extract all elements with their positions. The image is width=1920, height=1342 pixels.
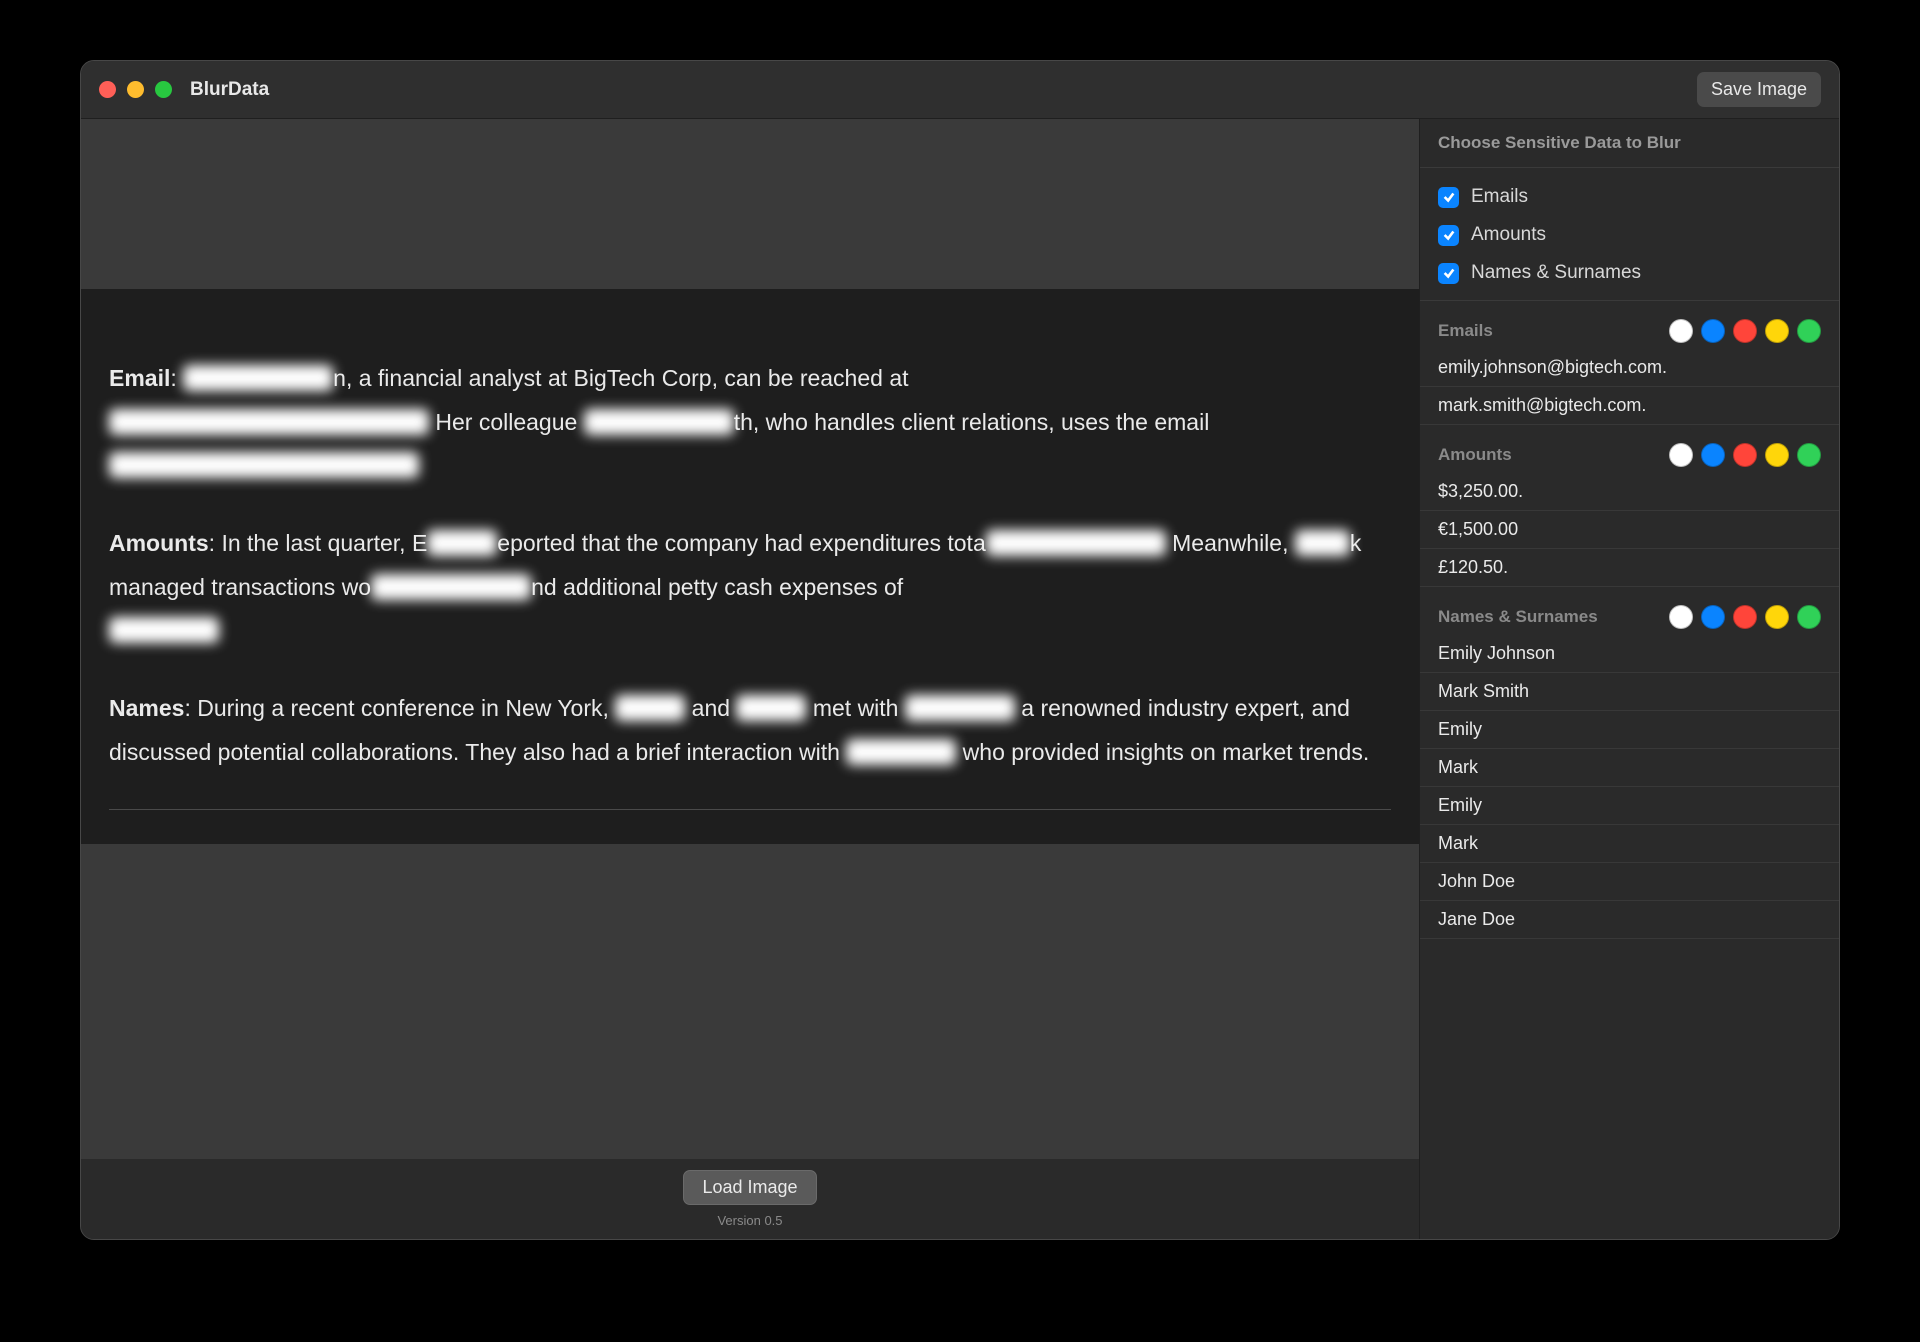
detected-value[interactable]: Emily (1420, 787, 1839, 825)
save-image-button[interactable]: Save Image (1697, 72, 1821, 107)
section-header: Emails (1420, 301, 1839, 349)
detected-value[interactable]: $3,250.00. (1420, 473, 1839, 511)
detected-sections: Emails emily.johnson@bigtech.com.mark.smi… (1420, 301, 1839, 939)
color-swatch-yellow[interactable] (1765, 605, 1789, 629)
section-title: Emails (1438, 321, 1669, 341)
detected-value[interactable]: £120.50. (1420, 549, 1839, 587)
color-swatch-green[interactable] (1797, 319, 1821, 343)
document-paragraph: Email: n, a financial analyst at BigTech… (109, 357, 1391, 488)
color-swatch-red[interactable] (1733, 605, 1757, 629)
color-swatch-blue[interactable] (1701, 319, 1725, 343)
color-swatch-blue[interactable] (1701, 605, 1725, 629)
color-swatch-white[interactable] (1669, 319, 1693, 343)
paragraph-label: Names (109, 695, 184, 721)
version-label: Version 0.5 (717, 1213, 782, 1228)
divider (109, 809, 1391, 810)
detected-value[interactable]: Emily (1420, 711, 1839, 749)
detected-value[interactable]: Jane Doe (1420, 901, 1839, 939)
detected-value[interactable]: Mark (1420, 749, 1839, 787)
document-paragraph: Names: During a recent conference in New… (109, 687, 1391, 774)
blurred-region (427, 530, 497, 556)
close-icon[interactable] (99, 81, 116, 98)
section-title: Amounts (1438, 445, 1669, 465)
detected-value[interactable]: Emily Johnson (1420, 635, 1839, 673)
blurred-region (584, 409, 734, 435)
section-header: Amounts (1420, 425, 1839, 473)
traffic-lights (99, 81, 172, 98)
blurred-region (371, 574, 531, 600)
app-window: BlurData Save Image Email: n, a financia… (80, 60, 1840, 1240)
body-area: Email: n, a financial analyst at BigTech… (81, 119, 1839, 1239)
blurred-region (986, 530, 1166, 556)
minimize-icon[interactable] (127, 81, 144, 98)
color-swatch-white[interactable] (1669, 443, 1693, 467)
color-swatch-blue[interactable] (1701, 443, 1725, 467)
sidebar: Choose Sensitive Data to Blur Emails Amou… (1419, 119, 1839, 1239)
color-swatch-red[interactable] (1733, 443, 1757, 467)
checkbox-icon[interactable] (1438, 263, 1459, 284)
titlebar: BlurData Save Image (81, 61, 1839, 119)
blurred-region (615, 695, 685, 721)
preview-padding-top (81, 119, 1419, 289)
blurred-region (183, 365, 333, 391)
detected-value[interactable]: €1,500.00 (1420, 511, 1839, 549)
checkbox-icon[interactable] (1438, 225, 1459, 246)
preview-padding-bottom (81, 844, 1419, 1160)
color-swatch-white[interactable] (1669, 605, 1693, 629)
blurred-region (109, 409, 429, 435)
load-image-button[interactable]: Load Image (683, 1170, 816, 1205)
checkbox-label: Names & Surnames (1471, 262, 1641, 284)
checkbox-label: Emails (1471, 186, 1528, 208)
blurred-region (109, 617, 219, 643)
color-swatches (1669, 319, 1821, 343)
color-swatch-green[interactable] (1797, 605, 1821, 629)
detected-value[interactable]: emily.johnson@bigtech.com. (1420, 349, 1839, 387)
detected-value[interactable]: Mark Smith (1420, 673, 1839, 711)
bottom-bar: Load Image Version 0.5 (81, 1159, 1419, 1239)
blurred-region (905, 695, 1015, 721)
section-title: Names & Surnames (1438, 607, 1669, 627)
checkbox-row[interactable]: Emails (1420, 178, 1839, 216)
paragraph-label: Amounts (109, 530, 209, 556)
checkbox-label: Amounts (1471, 224, 1546, 246)
checkbox-group: Emails Amounts Names & Surnames (1420, 168, 1839, 301)
checkbox-row[interactable]: Names & Surnames (1420, 254, 1839, 292)
detected-value[interactable]: mark.smith@bigtech.com. (1420, 387, 1839, 425)
sidebar-header: Choose Sensitive Data to Blur (1420, 119, 1839, 168)
main-column: Email: n, a financial analyst at BigTech… (81, 119, 1419, 1239)
section-header: Names & Surnames (1420, 587, 1839, 635)
color-swatch-red[interactable] (1733, 319, 1757, 343)
fullscreen-icon[interactable] (155, 81, 172, 98)
blurred-region (846, 739, 956, 765)
color-swatches (1669, 443, 1821, 467)
paragraph-label: Email (109, 365, 170, 391)
app-title: BlurData (190, 79, 269, 101)
detected-value[interactable]: John Doe (1420, 863, 1839, 901)
blurred-region (736, 695, 806, 721)
color-swatch-yellow[interactable] (1765, 443, 1789, 467)
document-paragraph: Amounts: In the last quarter, Eeported t… (109, 522, 1391, 653)
checkbox-icon[interactable] (1438, 187, 1459, 208)
color-swatch-yellow[interactable] (1765, 319, 1789, 343)
color-swatch-green[interactable] (1797, 443, 1821, 467)
checkbox-row[interactable]: Amounts (1420, 216, 1839, 254)
blurred-region (109, 452, 419, 478)
blurred-region (1295, 530, 1350, 556)
detected-value[interactable]: Mark (1420, 825, 1839, 863)
document-preview: Email: n, a financial analyst at BigTech… (81, 289, 1419, 844)
color-swatches (1669, 605, 1821, 629)
